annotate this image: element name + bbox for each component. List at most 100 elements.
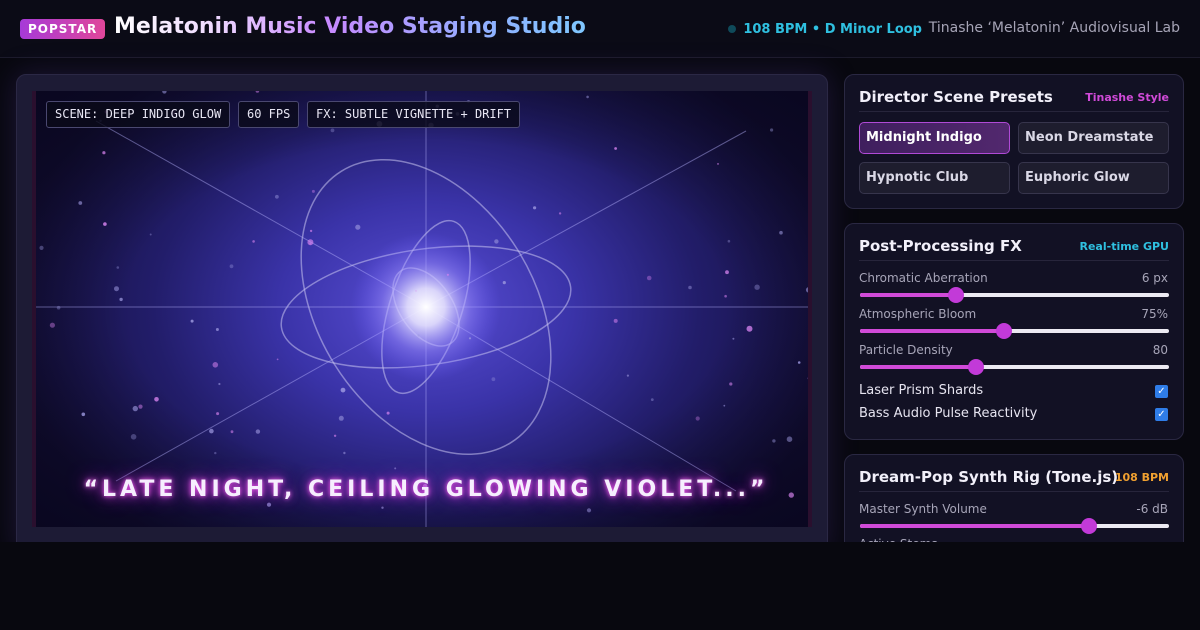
particle [723, 404, 726, 407]
lab-name: Tinashe ‘Melatonin’ Audiovisual Lab [928, 20, 1180, 36]
particle [56, 305, 61, 310]
card-header: Director Scene Presets Tinashe Style [859, 88, 1169, 112]
particle [646, 275, 652, 281]
particle [386, 411, 390, 415]
fps-tag: 60 FPS [238, 101, 300, 128]
card-tag: Tinashe Style [1085, 91, 1169, 104]
particle [149, 233, 152, 236]
preset-euphoric-glow[interactable]: Euphoric Glow [1018, 162, 1169, 194]
particle [732, 337, 735, 340]
particle [770, 128, 774, 132]
card-title: Director Scene Presets [859, 88, 1053, 106]
particle [307, 239, 314, 246]
particle [252, 240, 255, 243]
particle [729, 382, 733, 386]
slider-thumb[interactable] [995, 323, 1012, 339]
popstar-badge: POPSTAR [20, 19, 106, 39]
particle [276, 358, 279, 361]
particle [417, 334, 420, 337]
scene-presets-card: Director Scene Presets Tinashe Style Mid… [844, 74, 1184, 209]
particle [255, 429, 261, 434]
particle [114, 286, 119, 292]
particle [797, 361, 801, 364]
bottom-letterbox [0, 542, 1200, 630]
preset-neon-dreamstate[interactable]: Neon Dreamstate [1018, 122, 1169, 154]
particle [81, 412, 86, 417]
bass-pulse-checkbox[interactable]: ✓ [1155, 408, 1168, 421]
particle [724, 294, 727, 298]
particle [805, 287, 808, 293]
particle [138, 404, 143, 409]
app-title: Melatonin Music Video Staging Studio [114, 14, 586, 39]
slider-fill [860, 293, 956, 297]
master-volume-slider[interactable] [860, 518, 1169, 534]
chromatic-aberration-slider[interactable] [860, 287, 1169, 303]
particle [779, 230, 783, 235]
particle [650, 398, 654, 401]
particle [754, 284, 760, 290]
atmospheric-bloom-slider[interactable] [860, 323, 1169, 339]
particle [491, 377, 496, 382]
slider-thumb[interactable] [1080, 518, 1097, 534]
particle [154, 397, 159, 402]
particle [266, 502, 272, 507]
particle [103, 222, 107, 226]
card-tag: Real-time GPU [1079, 240, 1170, 253]
particle [49, 322, 55, 328]
slider-thumb[interactable] [947, 287, 964, 303]
particle [717, 163, 719, 165]
bpm-status-text: 108 BPM • D Minor Loop [743, 21, 922, 37]
slider-fill [860, 329, 1004, 333]
particle [230, 430, 234, 434]
slider-value: 80 [1152, 343, 1168, 357]
slider-fill [860, 524, 1089, 528]
particle [309, 229, 313, 233]
particle [216, 412, 220, 416]
particle [340, 387, 346, 393]
particle [130, 434, 137, 440]
particle [533, 206, 537, 210]
preset-midnight-indigo[interactable]: Midnight Indigo [859, 122, 1010, 154]
scene-tag: SCENE: DEEP INDIGO GLOW [46, 101, 231, 128]
particle [558, 212, 562, 215]
laser-prism-checkbox[interactable]: ✓ [1155, 385, 1168, 398]
particle [381, 506, 384, 509]
card-title: Post-Processing FX [859, 237, 1022, 255]
slider-value: 6 px [1141, 271, 1168, 285]
particle [212, 362, 219, 368]
stage-canvas[interactable]: SCENE: DEEP INDIGO GLOW 60 FPS FX: SUBTL… [32, 91, 812, 527]
particle [468, 337, 472, 340]
particle [446, 273, 449, 276]
card-header: Dream-Pop Synth Rig (Tone.js) 108 BPM [859, 468, 1169, 492]
post-fx-card: Post-Processing FX Real-time GPU Chromat… [844, 223, 1184, 440]
particle-density-slider[interactable] [860, 359, 1169, 375]
particle [746, 325, 753, 332]
particle [343, 451, 346, 455]
particle [695, 416, 700, 421]
live-dot-icon [728, 25, 737, 33]
particle [275, 194, 279, 199]
particle [415, 290, 417, 292]
particle [132, 405, 138, 412]
particle [39, 245, 44, 250]
slider-label: Particle Density [859, 343, 953, 357]
particle [494, 239, 499, 244]
particle [338, 415, 344, 421]
slider-thumb[interactable] [967, 359, 984, 375]
particle [626, 374, 630, 377]
stage-preview-panel: SCENE: DEEP INDIGO GLOW 60 FPS FX: SUBTL… [16, 74, 828, 554]
particle [330, 128, 335, 133]
particle [209, 428, 214, 434]
particle [311, 189, 315, 193]
particle [727, 239, 731, 243]
slider-value: 75% [1141, 307, 1168, 321]
slider-label: Master Synth Volume [859, 502, 987, 516]
bpm-status: 108 BPM • D Minor Loop [728, 20, 922, 38]
particle [215, 328, 219, 331]
toggle-label: Laser Prism Shards [859, 383, 984, 398]
slider-label: Chromatic Aberration [859, 271, 988, 285]
top-bar: POPSTAR Melatonin Music Video Staging St… [0, 0, 1200, 58]
particle [214, 451, 217, 455]
particle [502, 281, 506, 285]
preset-hypnotic-club[interactable]: Hypnotic Club [859, 162, 1010, 194]
